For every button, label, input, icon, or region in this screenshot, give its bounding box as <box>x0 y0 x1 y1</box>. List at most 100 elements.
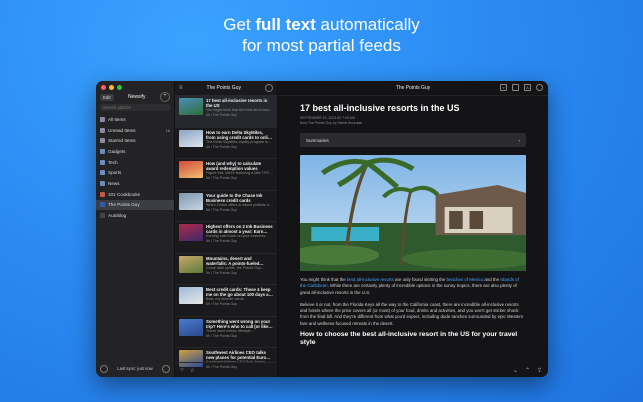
add-feed-button[interactable]: + <box>160 92 170 102</box>
sidebar-item[interactable]: The Points Guy <box>96 199 174 211</box>
reader-header: The Points Guy ▿ A <box>278 81 548 96</box>
article-thumbnail <box>179 98 203 115</box>
link-beaches-mexico[interactable]: beaches of Mexico <box>447 277 484 282</box>
article-hero-image <box>300 155 526 271</box>
star-filter-icon[interactable]: ☆ <box>190 367 195 374</box>
article-text: How (and why) to calculate award redempt… <box>206 161 273 188</box>
article-paragraph-1: You might think that the best all-inclus… <box>300 277 519 295</box>
unread-count: 18 <box>165 127 170 133</box>
article-row[interactable]: How (and why) to calculate award redempt… <box>175 159 277 191</box>
article-row-title: 17 best all-inclusive resorts in the US <box>206 98 268 108</box>
sidebar-item[interactable]: All Items <box>96 114 174 125</box>
article-row-title: Highest offers on 2 Ink Business cards i… <box>206 224 273 234</box>
article-row-summary: Earning cash back on your business purch… <box>206 234 266 238</box>
reader-feed-title: The Points Guy <box>395 85 431 91</box>
sync-status: Last sync: just now <box>117 366 153 371</box>
article-row-title: How (and why) to calculate award redempt… <box>206 161 262 171</box>
article-text: Mountains, desert and waterfalls: A poin… <box>206 256 273 283</box>
article-byline: from The Points Guy by Tamar Bourdain <box>300 120 363 125</box>
sidebar-item[interactable]: 101 Cookbooks <box>96 189 174 200</box>
edit-button[interactable]: Edit <box>100 93 114 101</box>
article-thumbnail <box>179 318 203 336</box>
article-row[interactable]: Highest offers on 2 Ink Business cards i… <box>175 222 277 254</box>
sidebar-item[interactable]: Tech <box>96 157 174 168</box>
sidebar-item[interactable]: Starred Items <box>96 135 174 146</box>
article-row-summary: Come dark spirits, the Points Guy guides… <box>206 265 261 270</box>
sidebar-item[interactable]: News <box>96 178 174 189</box>
share-icon[interactable]: ⇪ <box>537 367 542 374</box>
article-row[interactable]: Best credit cards: These 4 keep me on th… <box>175 285 277 317</box>
article-row-source: 5h / The Points Guy <box>206 239 237 244</box>
article-row-source: 4h / The Points Guy <box>206 144 237 149</box>
feed-icon <box>100 138 105 144</box>
save-icon[interactable] <box>512 84 519 91</box>
article-row-source: 5h / The Points Guy <box>206 270 237 275</box>
search-input[interactable]: Search articles <box>100 104 170 111</box>
chevron-down-icon[interactable]: ⌄ <box>513 367 518 374</box>
sidebar-header: Edit Newsify + <box>100 92 170 102</box>
article-row-title: Your guide to the Chase Ink Business cre… <box>206 192 263 203</box>
article-row-source: 5h / The Points Guy <box>206 207 237 212</box>
article-rows: 17 best all-inclusive resorts in the US Y… <box>175 96 277 377</box>
list-footer: ○ ☆ <box>175 362 277 377</box>
reader-footer: ⌄ ⌃ ⇪ <box>278 363 548 377</box>
settings-icon[interactable] <box>161 364 170 373</box>
summaries-button[interactable]: Summaries › <box>300 133 526 147</box>
link-best-resorts[interactable]: best all-inclusive resorts <box>347 277 394 282</box>
article-row[interactable]: How to earn Delta SkyMiles, from using c… <box>175 128 277 159</box>
article-row-source: 6h / The Points Guy <box>206 333 237 338</box>
feed-icon <box>100 202 105 208</box>
chevron-right-icon: › <box>518 137 521 143</box>
article-row[interactable]: Mountains, desert and waterfalls: A poin… <box>175 254 277 285</box>
close-window-button[interactable] <box>101 85 106 90</box>
sidebar-item[interactable]: Sports <box>96 167 174 178</box>
article-thumbnail <box>179 255 203 273</box>
list-title: The Points Guy <box>206 85 241 91</box>
article-thumbnail <box>179 129 203 147</box>
sidebar-title: Newsify <box>128 94 146 100</box>
article-row-source: 5h / The Points Guy <box>206 176 237 181</box>
promo-headline-line2: for most partial feeds <box>242 36 401 55</box>
feed-icon <box>100 213 105 219</box>
sidebar-item[interactable]: Gadgets <box>96 146 174 157</box>
sidebar-item-label: Autoblog <box>108 213 127 219</box>
article-thumbnail <box>179 161 203 178</box>
article-row-title: How to earn Delta SkyMiles, from using c… <box>206 129 273 140</box>
article-row-summary: The Delta SkyMiles loyalty program is on… <box>206 139 268 144</box>
zoom-window-button[interactable] <box>117 85 122 90</box>
sidebar-item[interactable]: Unread Items 18 <box>96 125 174 136</box>
article-row-title: Southwest Airlines CEO talks new planes … <box>206 350 272 360</box>
article-row-source: 6h / The Points Guy <box>206 302 237 307</box>
feed-icon <box>100 180 105 186</box>
minimize-window-button[interactable] <box>109 85 114 90</box>
article-row[interactable]: 17 best all-inclusive resorts in the US Y… <box>175 96 277 128</box>
article-list: ≡ The Points Guy 17 best all-inclusive r… <box>175 81 278 377</box>
article-thumbnail <box>179 287 203 304</box>
feed-icon <box>100 148 105 154</box>
sidebar-item-label: All Items <box>108 116 126 122</box>
article-row-title: Mountains, desert and waterfalls: A poin… <box>206 255 260 266</box>
text-size-icon[interactable]: A <box>524 84 531 91</box>
list-menu-icon[interactable]: ≡ <box>179 85 183 91</box>
feed-icon <box>100 191 105 197</box>
globe-icon[interactable] <box>536 84 543 91</box>
refresh-icon[interactable] <box>100 364 108 373</box>
article-row[interactable]: Something went wrong on your trip? Here'… <box>175 317 277 348</box>
chevron-up-icon[interactable]: ⌃ <box>525 367 530 374</box>
sidebar-item[interactable]: Autoblog <box>96 210 174 221</box>
article-row-summary: These were extras, lifestyle... <box>206 328 254 333</box>
article-text: Highest offers on 2 Ink Business cards i… <box>206 224 273 251</box>
feed-icon <box>100 159 105 165</box>
article-row-title: Best credit cards: These 4 keep me on th… <box>206 287 271 297</box>
article-row-summary: Figure this: We're featuring a little TP… <box>206 171 270 175</box>
list-header: ≡ The Points Guy <box>175 81 277 96</box>
mark-all-read-icon[interactable] <box>264 84 273 92</box>
sidebar-item-label: Starred Items <box>108 138 136 144</box>
article-row[interactable]: Your guide to the Chase Ink Business cre… <box>175 191 277 222</box>
sidebar-item-label: 101 Cookbooks <box>108 191 140 197</box>
article-subheading: How to choose the best all-inclusive res… <box>300 331 518 347</box>
feed-icon <box>100 170 105 176</box>
sidebar-item-label: Sports <box>108 170 122 176</box>
unread-filter-icon[interactable]: ○ <box>180 367 184 373</box>
filter-icon[interactable]: ▿ <box>500 84 507 91</box>
